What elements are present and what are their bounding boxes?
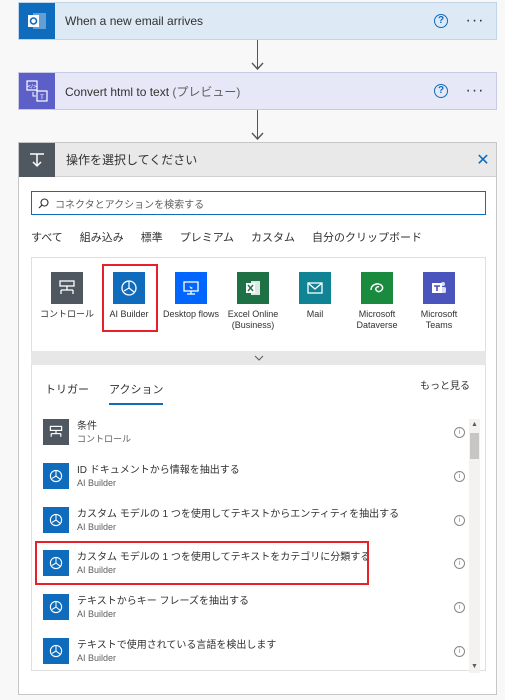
tab-actions[interactable]: アクション — [109, 381, 164, 405]
action-title: カスタム モデルの 1 つを使用してテキストからエンティティを抽出する — [77, 508, 400, 520]
search-placeholder: コネクタとアクションを検索する — [55, 199, 205, 211]
action-title: ID ドキュメントから情報を抽出する — [77, 464, 240, 476]
info-icon[interactable]: i — [454, 470, 465, 482]
tab-my-clipboard[interactable]: 自分のクリップボード — [312, 229, 422, 251]
svg-text:T: T — [39, 94, 44, 101]
scrollbar-thumb[interactable] — [470, 433, 479, 459]
convert-step-title: Convert html to text (プレビュー) — [65, 84, 241, 99]
connector-label: Microsoft Teams — [420, 309, 458, 330]
search-icon — [38, 197, 49, 208]
info-icon[interactable]: i — [454, 514, 465, 526]
picker-header: 操作を選択してください ✕ — [19, 142, 496, 177]
connector-label: コントロール — [39, 309, 94, 319]
action-item-extract-id-document[interactable]: ID ドキュメントから情報を抽出する AI Builder i — [39, 457, 469, 495]
action-title: テキストからキー フレーズを抽出する — [77, 595, 249, 607]
action-subtitle: AI Builder — [77, 477, 117, 488]
close-icon[interactable]: ✕ — [470, 150, 496, 170]
more-options-icon[interactable]: ··· — [460, 83, 490, 99]
action-item-extract-entities[interactable]: カスタム モデルの 1 つを使用してテキストからエンティティを抽出する AI Bu… — [39, 501, 469, 539]
action-title: テキストで使用されている言語を検出します — [77, 639, 277, 651]
action-subtitle: コントロール — [77, 433, 132, 444]
tab-premium[interactable]: プレミアム — [180, 229, 234, 251]
see-more-link[interactable]: もっと見る — [420, 377, 470, 392]
teams-icon — [423, 272, 455, 304]
highlight-box — [102, 264, 158, 332]
search-input[interactable]: コネクタとアクションを検索する — [31, 191, 486, 215]
ai-builder-icon — [43, 594, 69, 620]
svg-text:</>: </> — [27, 84, 37, 90]
connector-control[interactable]: コントロール — [37, 272, 97, 320]
dataverse-icon — [361, 272, 393, 304]
info-icon[interactable]: i — [454, 645, 465, 657]
connector-excel-online[interactable]: Excel Online (Business) — [223, 272, 283, 331]
arrow-down-icon — [251, 132, 264, 140]
trigger-step-card[interactable]: When a new email arrives ? ··· — [18, 2, 497, 40]
mail-icon — [299, 272, 331, 304]
connector-desktop-flows[interactable]: Desktop flows — [161, 272, 221, 320]
choose-operation-icon — [19, 142, 55, 177]
expand-connectors-toggle[interactable] — [31, 351, 486, 365]
action-item-condition[interactable]: 条件 コントロール i — [39, 413, 469, 451]
tab-custom[interactable]: カスタム — [251, 229, 295, 251]
highlight-box — [35, 541, 369, 585]
condition-icon — [43, 419, 69, 445]
ai-builder-icon — [43, 638, 69, 664]
desktop-flows-icon — [175, 272, 207, 304]
connector-teams[interactable]: Microsoft Teams — [409, 272, 469, 331]
tab-all[interactable]: すべて — [31, 229, 63, 251]
action-item-extract-key-phrases[interactable]: テキストからキー フレーズを抽出する AI Builder i — [39, 588, 469, 626]
excel-icon — [237, 272, 269, 304]
tab-builtin[interactable]: 組み込み — [80, 229, 124, 251]
more-options-icon[interactable]: ··· — [460, 13, 490, 29]
tab-triggers[interactable]: トリガー — [45, 381, 89, 405]
connector-label: Excel Online (Business) — [227, 309, 279, 330]
scroll-up-icon[interactable]: ▲ — [470, 421, 479, 429]
connector-dataverse[interactable]: Microsoft Dataverse — [347, 272, 407, 331]
chevron-down-icon — [254, 355, 263, 361]
connector-mail[interactable]: Mail — [285, 272, 345, 320]
category-tabs: すべて 組み込み 標準 プレミアム カスタム 自分のクリップボード — [31, 229, 439, 251]
help-icon[interactable]: ? — [434, 84, 448, 98]
trigger-action-tabs: トリガー アクション — [45, 381, 183, 405]
arrow-down-icon — [251, 62, 264, 70]
action-title: 条件 — [77, 420, 97, 432]
convert-step-card[interactable]: </> T Convert html to text (プレビュー) ? ··· — [18, 72, 497, 110]
info-icon[interactable]: i — [454, 557, 465, 569]
help-icon[interactable]: ? — [434, 14, 448, 28]
action-subtitle: AI Builder — [77, 652, 117, 663]
connector-label: Desktop flows — [162, 309, 220, 319]
trigger-step-title: When a new email arrives — [65, 14, 204, 28]
connector-label: Microsoft Dataverse — [356, 309, 398, 330]
html-to-text-icon: </> T — [19, 73, 55, 109]
ai-builder-icon — [43, 507, 69, 533]
info-icon[interactable]: i — [454, 601, 465, 613]
outlook-icon — [19, 3, 55, 39]
connector-label: Mail — [306, 309, 324, 319]
scroll-down-icon[interactable]: ▼ — [470, 663, 479, 671]
control-icon — [51, 272, 83, 304]
ai-builder-icon — [43, 463, 69, 489]
tab-standard[interactable]: 標準 — [141, 229, 163, 251]
action-list-scrollbar[interactable]: ▲ ▼ — [469, 419, 480, 673]
operation-picker: 操作を選択してください ✕ コネクタとアクションを検索する すべて 組み込み 標… — [18, 142, 497, 695]
info-icon[interactable]: i — [454, 426, 465, 438]
action-subtitle: AI Builder — [77, 521, 117, 532]
action-subtitle: AI Builder — [77, 608, 117, 619]
picker-title: 操作を選択してください — [66, 153, 198, 167]
action-item-detect-language[interactable]: テキストで使用されている言語を検出します AI Builder i — [39, 632, 469, 670]
